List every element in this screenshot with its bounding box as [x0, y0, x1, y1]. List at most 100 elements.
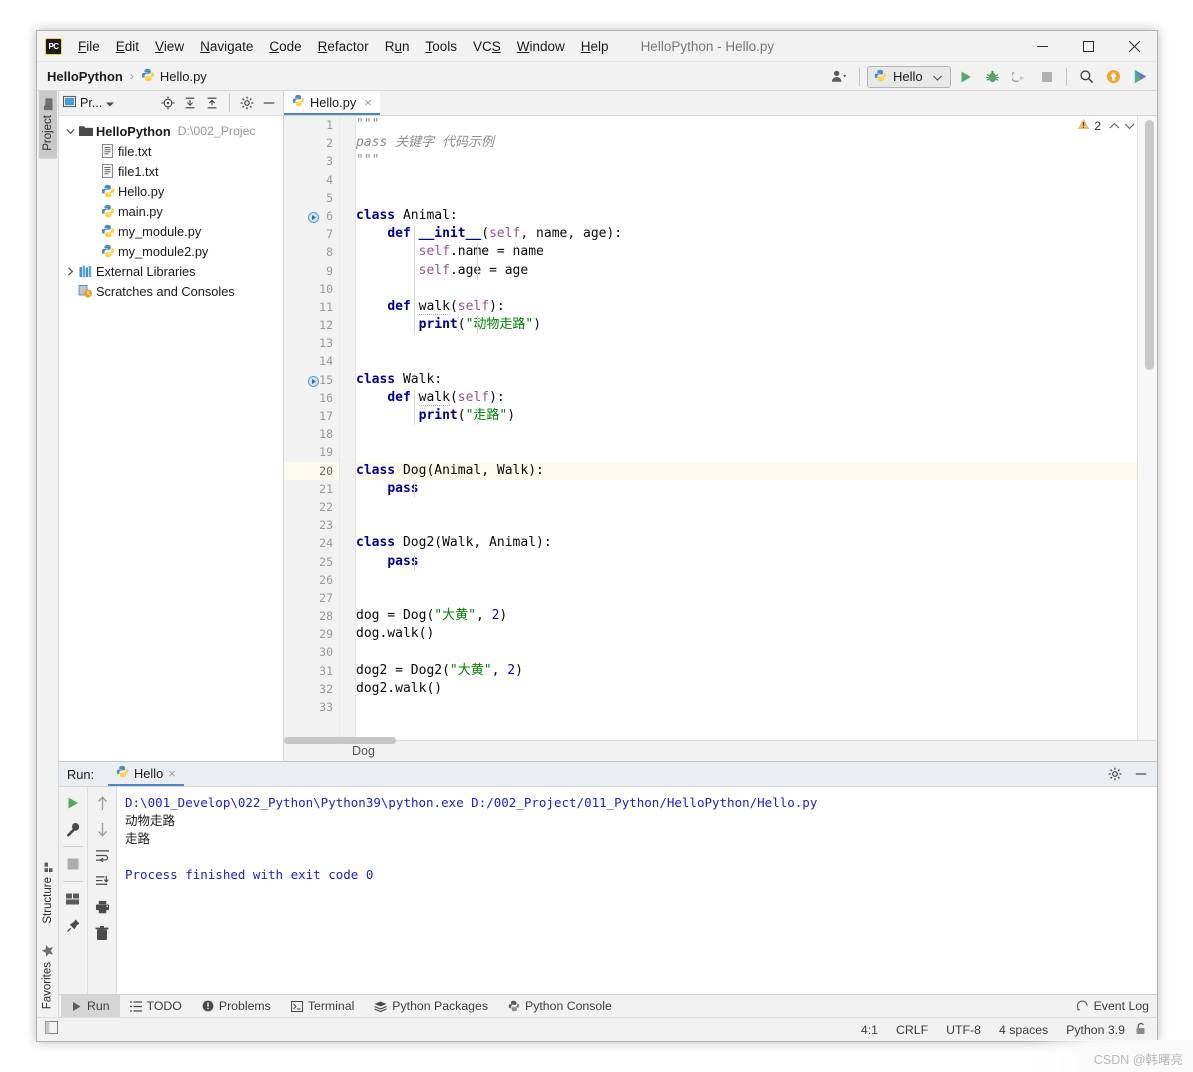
gutter-line-number[interactable]: 11: [284, 298, 350, 330]
gutter-run-icon[interactable]: [308, 374, 319, 387]
gutter-line-number[interactable]: 29: [284, 625, 339, 643]
gutter-line-number[interactable]: 26: [284, 571, 339, 589]
code-folding-column[interactable]: [340, 116, 356, 740]
gutter-line-number[interactable]: 31: [284, 662, 339, 680]
breadcrumb-project[interactable]: HelloPython: [47, 69, 123, 84]
user-account-icon[interactable]: [827, 65, 852, 89]
gutter-line-number[interactable]: 14: [284, 352, 339, 370]
modify-run-config-button[interactable]: [61, 817, 85, 841]
tree-node[interactable]: Scratches and Consoles: [59, 281, 283, 301]
tree-twisty-icon[interactable]: [63, 128, 77, 135]
code-line[interactable]: dog.walk(): [356, 625, 1157, 643]
gutter-line-number[interactable]: 3: [284, 152, 349, 185]
gutter-line-number[interactable]: 19: [284, 443, 339, 461]
menu-item-run[interactable]: Run: [377, 36, 418, 57]
gear-icon[interactable]: [1105, 764, 1125, 784]
pin-tab-button[interactable]: [61, 913, 85, 937]
tree-node[interactable]: External Libraries: [59, 261, 283, 281]
gutter-line-number[interactable]: 6: [284, 207, 350, 239]
close-icon[interactable]: ×: [364, 95, 372, 110]
tool-window-button-todo[interactable]: TODO: [120, 995, 192, 1018]
run-console-output[interactable]: D:\001_Develop\022_Python\Python39\pytho…: [117, 787, 1157, 994]
code-line[interactable]: [356, 334, 1157, 352]
code-line[interactable]: [356, 571, 1157, 589]
file-encoding[interactable]: UTF-8: [946, 1023, 981, 1037]
code-line[interactable]: [356, 425, 1157, 443]
print-button[interactable]: [90, 895, 114, 919]
menu-item-vcs[interactable]: VCS: [465, 36, 509, 57]
gutter-line-number[interactable]: 12: [284, 316, 349, 348]
gutter-line-number[interactable]: 5: [284, 189, 339, 207]
gutter-line-number[interactable]: 24: [284, 534, 350, 566]
gutter-line-number[interactable]: 8: [284, 243, 339, 261]
run-configuration-selector[interactable]: Hello: [867, 65, 951, 88]
menu-item-file[interactable]: File: [70, 36, 108, 57]
code-line[interactable]: """: [356, 116, 1157, 134]
up-the-stack-trace-button[interactable]: [90, 791, 114, 815]
code-line[interactable]: class Dog(Animal, Walk):: [356, 461, 1157, 480]
tool-window-button-python-console[interactable]: Python Console: [498, 995, 622, 1018]
tool-window-button-problems[interactable]: Problems: [192, 995, 281, 1018]
stop-button[interactable]: [1034, 65, 1059, 89]
tree-twisty-icon[interactable]: [63, 266, 77, 276]
tree-node[interactable]: my_module2.py: [59, 241, 283, 261]
gutter-line-number[interactable]: 22: [284, 498, 339, 516]
code-line[interactable]: [356, 589, 1157, 607]
hide-panel-icon[interactable]: [259, 93, 279, 113]
run-button[interactable]: [953, 65, 978, 89]
python-interpreter[interactable]: Python 3.9: [1066, 1023, 1125, 1037]
code-line[interactable]: def walk(self):: [356, 389, 1157, 407]
menu-item-navigate[interactable]: Navigate: [192, 36, 261, 57]
gutter-line-number[interactable]: 21: [284, 480, 349, 512]
gutter-line-number[interactable]: 33: [284, 698, 339, 716]
editor-gutter[interactable]: 1 2 3 4 5 6 7 8 9 10 11 12 13 14 15 16 17 18 19 20 21 22 23 24 2…: [284, 116, 350, 740]
gutter-line-number[interactable]: 9: [284, 262, 349, 294]
gutter-line-number[interactable]: 1: [284, 116, 350, 148]
next-warning-icon[interactable]: [1124, 119, 1135, 133]
event-log-button[interactable]: Event Log: [1076, 998, 1149, 1014]
down-the-stack-trace-button[interactable]: [90, 817, 114, 841]
gutter-line-number[interactable]: 28: [284, 607, 339, 625]
close-button[interactable]: [1111, 31, 1157, 62]
tree-node[interactable]: file.txt: [59, 141, 283, 161]
sidebar-item-project[interactable]: Project: [38, 91, 57, 159]
scroll-to-end-button[interactable]: [90, 869, 114, 893]
horizontal-scrollbar[interactable]: [284, 737, 396, 744]
code-line[interactable]: def walk(self):: [356, 298, 1157, 316]
gutter-line-number[interactable]: 20: [284, 461, 350, 493]
debug-button[interactable]: [980, 65, 1005, 89]
code-line[interactable]: dog2 = Dog2("大黄", 2): [356, 662, 1157, 680]
code-line[interactable]: [356, 352, 1157, 370]
tool-window-button-python-packages[interactable]: Python Packages: [364, 995, 498, 1018]
code-line[interactable]: class Dog2(Walk, Animal):: [356, 534, 1157, 552]
tree-node[interactable]: HelloPython D:\002_Projec: [59, 121, 283, 141]
menu-item-help[interactable]: Help: [573, 36, 617, 57]
previous-warning-icon[interactable]: [1109, 119, 1120, 133]
toggle-toolbar-icon[interactable]: [45, 1020, 58, 1039]
inspection-widget[interactable]: 2: [1077, 118, 1135, 133]
code-area[interactable]: """ pass 关键字 代码示例 """ class Animal: def __…: [340, 116, 1157, 740]
breadcrumb-file[interactable]: Hello.py: [141, 68, 207, 85]
hide-run-window-icon[interactable]: [1131, 764, 1151, 784]
indent-setting[interactable]: 4 spaces: [999, 1023, 1048, 1037]
code-line[interactable]: [356, 171, 1157, 189]
gutter-line-number[interactable]: 25: [284, 553, 349, 585]
tool-window-button-terminal[interactable]: Terminal: [281, 995, 364, 1018]
soft-wrap-button[interactable]: [90, 843, 114, 867]
tree-node[interactable]: main.py: [59, 201, 283, 221]
tree-node[interactable]: Hello.py: [59, 181, 283, 201]
lock-icon[interactable]: [1135, 1022, 1147, 1038]
tool-window-button-run[interactable]: Run: [61, 994, 120, 1018]
code-line[interactable]: dog = Dog("大黄", 2): [356, 607, 1157, 625]
update-project-icon[interactable]: [1101, 65, 1126, 89]
menu-item-tools[interactable]: Tools: [417, 36, 465, 57]
gutter-line-number[interactable]: 23: [284, 516, 339, 534]
gutter-run-icon[interactable]: [308, 210, 319, 223]
project-panel-title[interactable]: Pr...: [63, 95, 115, 111]
gutter-line-number[interactable]: 17: [284, 407, 349, 439]
code-line[interactable]: dog2.walk(): [356, 680, 1157, 698]
sidebar-item-structure[interactable]: Structure: [39, 853, 57, 932]
collapse-all-icon[interactable]: [202, 93, 222, 113]
tree-node[interactable]: my_module.py: [59, 221, 283, 241]
maximize-button[interactable]: [1065, 31, 1111, 62]
